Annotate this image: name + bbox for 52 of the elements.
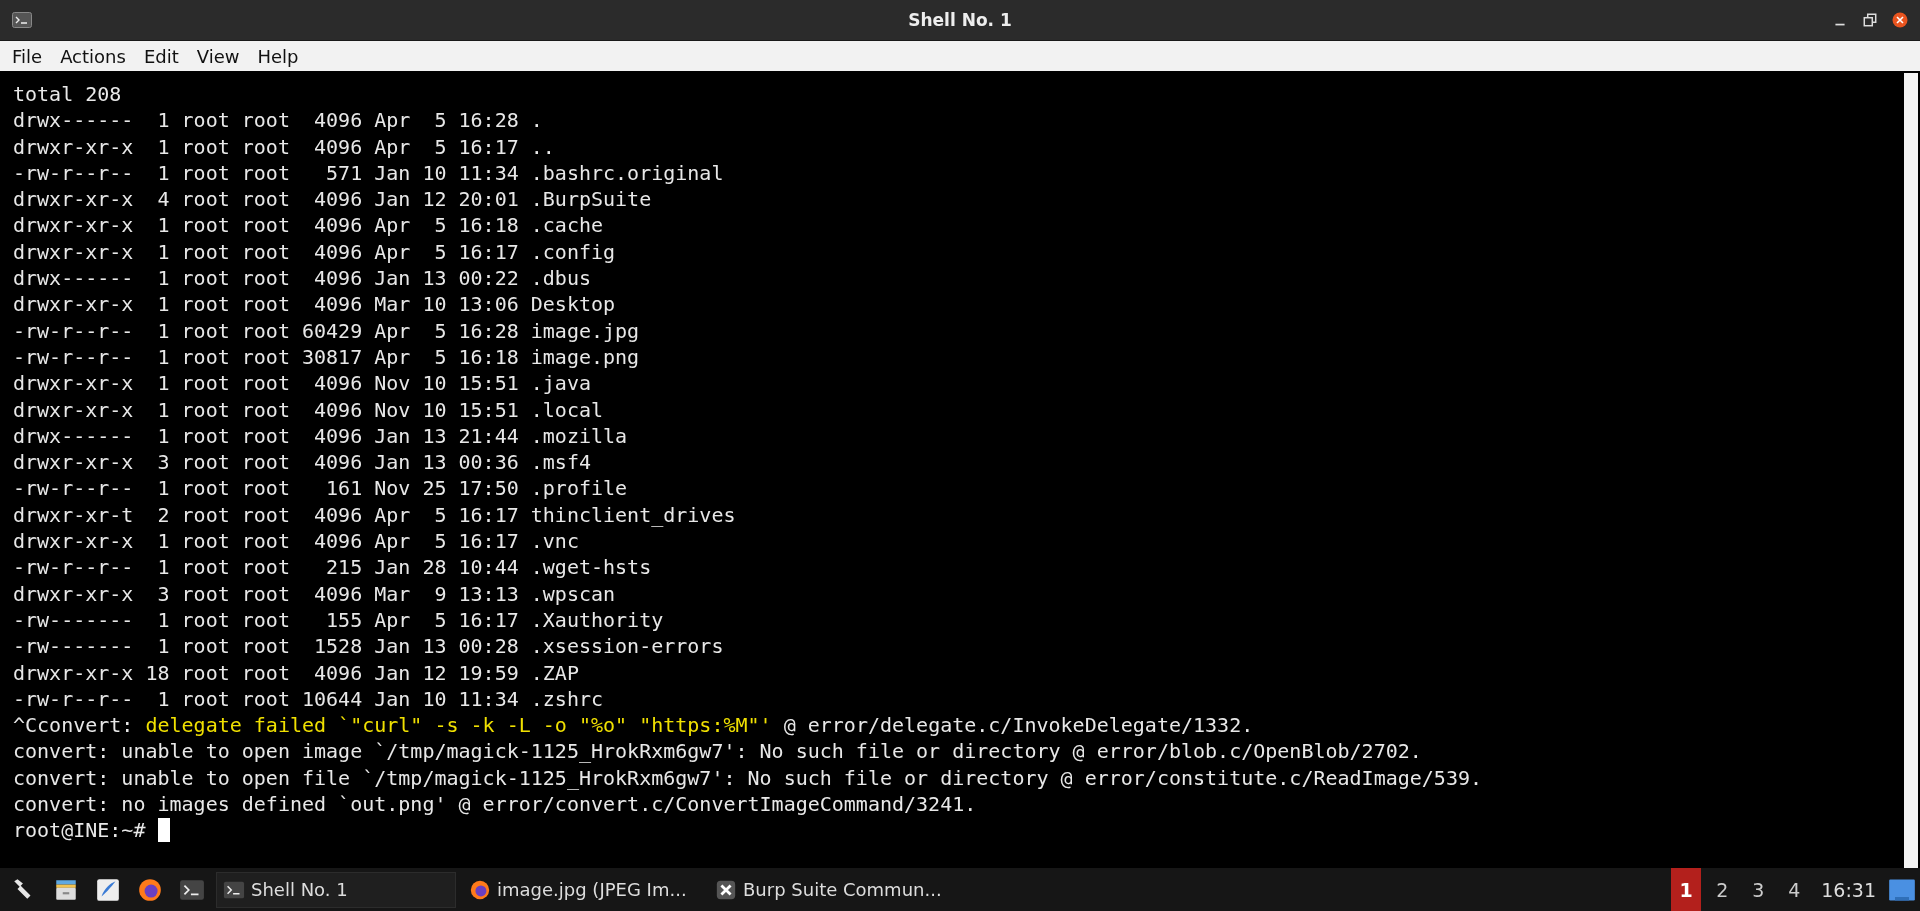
terminal-line: convert: unable to open file `/tmp/magick-1125_HrokRxm6gw7': No such file or directory @ error/constitute.c/ReadImage/539. [13,764,1482,791]
terminal-line: -rw-r--r-- 1 root root 30817 Apr 5 16:18 image.png [13,343,640,371]
menu-item[interactable]: View [196,45,240,67]
text-editor-icon[interactable] [95,876,121,903]
terminal-icon [12,12,32,28]
terminal-line: drwx------ 1 root root 4096 Apr 5 16:28 . [13,107,543,134]
terminal-line: drwxr-xr-x 1 root root 4096 Apr 5 16:17 .vnc [13,528,579,555]
terminal-line: drwxr-xr-x 1 root root 4096 Mar 10 13:06 Desktop [13,291,616,318]
menu-item[interactable]: Help [257,45,299,67]
terminal-line: -rw------- 1 root root 155 Apr 5 16:17 .Xauthority [13,606,664,634]
terminal-line: total 208 [13,81,122,108]
close-icon[interactable] [1892,12,1908,28]
terminal-line: drwxr-xr-t 2 root root 4096 Apr 5 16:17 thinclient_drives [13,501,736,529]
window-title: Shell No. 1 [908,10,1012,30]
workspace-button[interactable]: 2 [1707,868,1738,911]
clock: 16:31 [1821,878,1876,901]
terminal-line: -rw------- 1 root root 1528 Jan 13 00:28 .xsession-errors [13,633,724,660]
terminal-line: -rw-r--r-- 1 root root 10644 Jan 10 11:34 .zshrc [13,685,603,713]
restore-icon[interactable] [1862,12,1878,28]
terminal-line: drwxr-xr-x 1 root root 4096 Nov 10 15:51 .java [13,370,591,397]
terminal-line: drwxr-xr-x 4 root root 4096 Jan 12 20:01 .BurpSuite [13,186,652,213]
shell-prompt: root@INE:~# [13,817,147,844]
text-cursor [157,818,170,843]
terminal-line: drwxr-xr-x 3 root root 4096 Mar 9 13:13 .wpscan [13,580,616,607]
scrollbar[interactable] [1904,73,1918,868]
terminal-line: -rw-r--r-- 1 root root 571 Jan 10 11:34 .bashrc.original [13,159,724,187]
terminal-line: -rw-r--r-- 1 root root 215 Jan 28 10:44 .wget-hsts [13,554,652,581]
terminal-line: -rw-r--r-- 1 root root 161 Nov 25 17:50 .profile [13,475,628,502]
terminal-line: drwxr-xr-x 1 root root 4096 Apr 5 16:17 .. [13,133,555,160]
workspace-button[interactable]: 4 [1779,868,1810,911]
menu-item[interactable]: Actions [60,45,126,67]
terminal-line: drwxr-xr-x 1 root root 4096 Nov 10 15:51 .local [13,396,603,423]
menu-item[interactable]: Edit [143,45,179,67]
terminal-line: convert: no images defined `out.png' @ error/convert.c/ConvertImageCommand/3241. [13,791,977,818]
taskbar-button[interactable]: image.jpg (JPEG Im... [462,871,702,908]
taskbar-button[interactable]: Burp Suite Commun... [708,871,949,908]
terminal-line: -rw-r--r-- 1 root root 60429 Apr 5 16:28 image.jpg [13,317,640,344]
terminal-line: drwx------ 1 root root 4096 Jan 13 00:22 .dbus [13,265,591,292]
x-mark-icon [715,878,737,901]
terminal-line: drwxr-xr-x 18 root root 4096 Jan 12 19:59 .ZAP [13,659,579,686]
workspace-button[interactable]: 3 [1743,868,1774,911]
terminal-line: convert: unable to open image `/tmp/magick-1125_HrokRxm6gw7': No such file or directory @ error/blob.c/OpenBlob/2702. [13,738,1422,765]
workspace-button[interactable]: 1 [1671,868,1702,911]
taskbar-button[interactable]: Shell No. 1 [216,871,456,908]
terminal-line: drwxr-xr-x 1 root root 4096 Apr 5 16:17 .config [13,238,616,266]
terminal-line: drwxr-xr-x 3 root root 4096 Jan 13 00:36 .msf4 [13,449,591,476]
browser-icon [469,878,491,901]
menu-item[interactable]: File [12,45,43,67]
terminal-line: drwx------ 1 root root 4096 Jan 13 21:44 .mozilla [13,422,628,450]
terminal-line: drwxr-xr-x 1 root root 4096 Apr 5 16:18 .cache [13,212,603,239]
browser-icon[interactable] [137,876,163,903]
terminal-line: ^Cconvert: delegate failed `"curl" -s -k -L -o "%o" "https:%M"' @ error/delegate.c/InvokeDelegate/1332. [13,712,1254,739]
